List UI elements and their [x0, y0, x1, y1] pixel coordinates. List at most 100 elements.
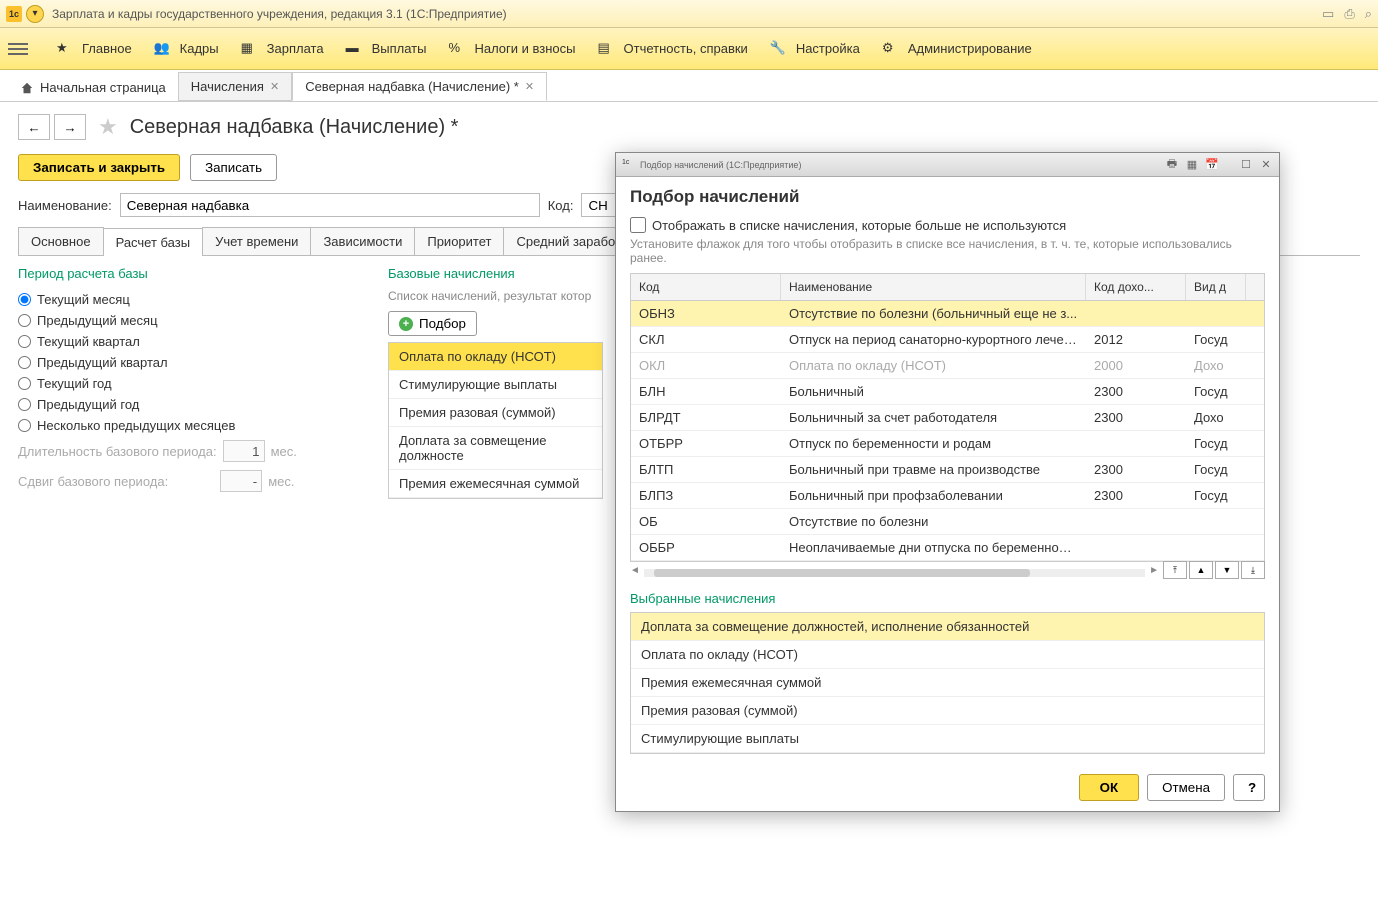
list-item[interactable]: Премия разовая (суммой) — [389, 399, 602, 427]
show-unused-checkbox[interactable] — [630, 217, 646, 233]
back-button[interactable]: ← — [18, 114, 50, 140]
calc-icon: ▦ — [241, 40, 259, 58]
help-button[interactable]: ? — [1233, 774, 1265, 801]
subtab-uchet[interactable]: Учет времени — [202, 227, 311, 255]
tab-home[interactable]: Начальная страница — [8, 74, 178, 101]
radio-input[interactable] — [18, 293, 31, 306]
radio-option[interactable]: Текущий месяц — [18, 289, 368, 310]
radio-label: Предыдущий год — [37, 397, 139, 412]
table-row[interactable]: СКЛОтпуск на период санаторно-курортного… — [631, 327, 1264, 353]
subtab-zavisimosti[interactable]: Зависимости — [310, 227, 415, 255]
grid-controls: ⤒ ▲ ▼ ⤓ — [1163, 561, 1265, 579]
cell-vid: Госуд — [1186, 457, 1246, 482]
header-vid[interactable]: Вид д — [1186, 274, 1246, 300]
grid-icon[interactable]: ▦ — [1185, 158, 1199, 172]
burger-icon[interactable] — [8, 43, 28, 55]
name-input[interactable] — [120, 193, 540, 217]
cell-dohod — [1086, 301, 1186, 326]
move-top-button[interactable]: ⤒ — [1163, 561, 1187, 579]
list-item[interactable]: Стимулирующие выплаты — [389, 371, 602, 399]
list-item[interactable]: Премия ежемесячная суммой — [389, 470, 602, 498]
search-icon[interactable]: ⌕ — [1365, 6, 1372, 22]
close-icon[interactable]: ✕ — [525, 80, 534, 93]
radio-input[interactable] — [18, 419, 31, 432]
dropdown-icon[interactable]: ▾ — [26, 5, 44, 23]
horizontal-scrollbar[interactable] — [644, 569, 1145, 577]
selected-item[interactable]: Доплата за совмещение должностей, исполн… — [631, 613, 1264, 641]
save-close-button[interactable]: Записать и закрыть — [18, 154, 180, 181]
duration-input[interactable] — [223, 440, 265, 462]
selected-item[interactable]: Стимулирующие выплаты — [631, 725, 1264, 753]
move-bottom-button[interactable]: ⤓ — [1241, 561, 1265, 579]
tab-severnaya[interactable]: Северная надбавка (Начисление) * ✕ — [292, 72, 547, 101]
header-code[interactable]: Код — [631, 274, 781, 300]
print-icon[interactable]: ⎙ — [1344, 6, 1354, 22]
table-row[interactable]: БЛНБольничный2300Госуд — [631, 379, 1264, 405]
main-menu: ★Главное 👥Кадры ▦Зарплата ▬Выплаты %Нало… — [0, 28, 1378, 70]
page-title: Северная надбавка (Начисление) * — [130, 116, 459, 139]
menu-main[interactable]: ★Главное — [56, 40, 132, 58]
cell-name: Оплата по окладу (НСОТ) — [781, 353, 1086, 378]
header-name[interactable]: Наименование — [781, 274, 1086, 300]
radio-input[interactable] — [18, 335, 31, 348]
list-item[interactable]: Оплата по окладу (НСОТ) — [389, 343, 602, 371]
subtab-prioritet[interactable]: Приоритет — [414, 227, 504, 255]
close-icon[interactable]: ✕ — [270, 80, 279, 93]
radio-input[interactable] — [18, 377, 31, 390]
radio-input[interactable] — [18, 314, 31, 327]
forward-button[interactable]: → — [54, 114, 86, 140]
add-button[interactable]: +Подбор — [388, 311, 477, 336]
radio-option[interactable]: Предыдущий квартал — [18, 352, 368, 373]
table-row[interactable]: ОКЛОплата по окладу (НСОТ)2000Дохо — [631, 353, 1264, 379]
menu-zarplata[interactable]: ▦Зарплата — [241, 40, 324, 58]
table-row[interactable]: БЛПЗБольничный при профзаболевании2300Го… — [631, 483, 1264, 509]
table-row[interactable]: БЛТПБольничный при травме на производств… — [631, 457, 1264, 483]
radio-option[interactable]: Предыдущий год — [18, 394, 368, 415]
menu-kadry[interactable]: 👥Кадры — [154, 40, 219, 58]
subtab-osnovnoe[interactable]: Основное — [18, 227, 104, 255]
table-row[interactable]: ОБНЗОтсутствие по болезни (больничный ещ… — [631, 301, 1264, 327]
subtab-raschet[interactable]: Расчет базы — [103, 228, 204, 256]
ok-button[interactable]: ОК — [1079, 774, 1140, 801]
radio-input[interactable] — [18, 356, 31, 369]
radio-option[interactable]: Текущий год — [18, 373, 368, 394]
page-content: ← → ★ Северная надбавка (Начисление) * З… — [0, 102, 1378, 908]
selected-item[interactable]: Премия ежемесячная суммой — [631, 669, 1264, 697]
cancel-button[interactable]: Отмена — [1147, 774, 1225, 801]
table-row[interactable]: ОБОтсутствие по болезни — [631, 509, 1264, 535]
dialog-titlebar[interactable]: 1c Подбор начислений (1С:Предприятие) 🖶 … — [616, 153, 1279, 177]
radio-input[interactable] — [18, 398, 31, 411]
tab-nachisleniya[interactable]: Начисления ✕ — [178, 72, 292, 101]
percent-icon: % — [448, 40, 466, 58]
selected-item[interactable]: Премия разовая (суммой) — [631, 697, 1264, 725]
menu-otchet[interactable]: ▤Отчетность, справки — [598, 40, 748, 58]
calendar-icon[interactable]: 📅 — [1205, 158, 1219, 172]
minimize-icon[interactable]: ▭ — [1322, 6, 1334, 22]
radio-option[interactable]: Предыдущий месяц — [18, 310, 368, 331]
menu-nastroika[interactable]: 🔧Настройка — [770, 40, 860, 58]
table-row[interactable]: ОТБРРОтпуск по беременности и родамГосуд — [631, 431, 1264, 457]
save-button[interactable]: Записать — [190, 154, 277, 181]
window-max-icon[interactable]: ☐ — [1239, 158, 1253, 172]
list-item[interactable]: Доплата за совмещение должносте — [389, 427, 602, 470]
radio-option[interactable]: Несколько предыдущих месяцев — [18, 415, 368, 436]
table-row[interactable]: БЛРДТБольничный за счет работодателя2300… — [631, 405, 1264, 431]
tool-icon[interactable]: 🖶 — [1165, 158, 1179, 172]
duration-label: Длительность базового периода: — [18, 444, 217, 459]
cell-name: Неоплачиваемые дни отпуска по беременнос… — [781, 535, 1086, 560]
menu-vyplaty[interactable]: ▬Выплаты — [346, 40, 427, 58]
menu-nalogi[interactable]: %Налоги и взносы — [448, 40, 575, 58]
cell-code: ОБНЗ — [631, 301, 781, 326]
selected-item[interactable]: Оплата по окладу (НСОТ) — [631, 641, 1264, 669]
radio-option[interactable]: Текущий квартал — [18, 331, 368, 352]
close-icon[interactable]: ✕ — [1259, 158, 1273, 172]
shift-input[interactable] — [220, 470, 262, 492]
move-up-button[interactable]: ▲ — [1189, 561, 1213, 579]
move-down-button[interactable]: ▼ — [1215, 561, 1239, 579]
favorite-icon[interactable]: ★ — [98, 114, 118, 140]
menu-label: Настройка — [796, 41, 860, 56]
shift-unit: мес. — [268, 474, 294, 489]
menu-admin[interactable]: ⚙Администрирование — [882, 40, 1032, 58]
table-row[interactable]: ОББРНеоплачиваемые дни отпуска по береме… — [631, 535, 1264, 561]
header-dohod[interactable]: Код дохо... — [1086, 274, 1186, 300]
